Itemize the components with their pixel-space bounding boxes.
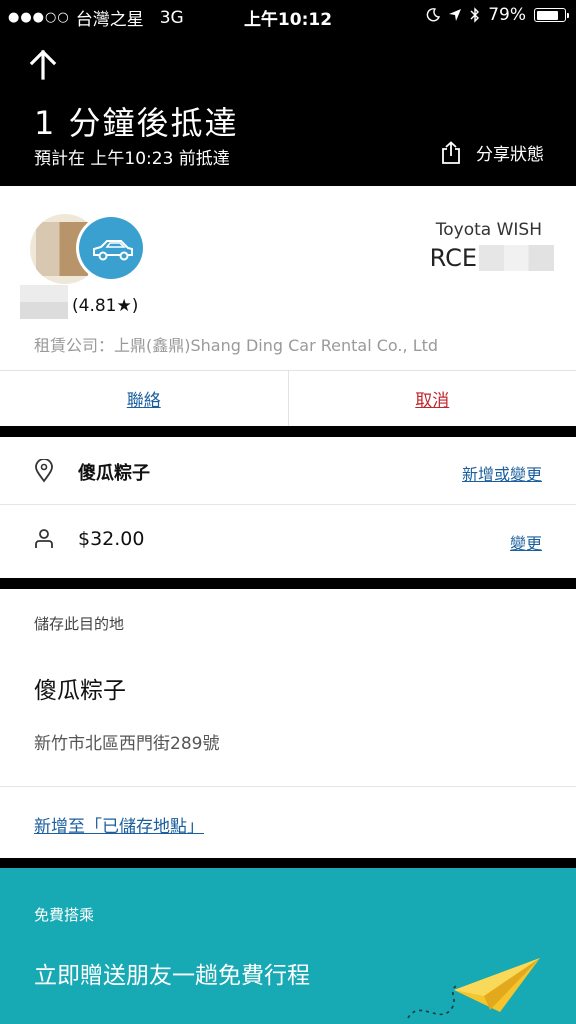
driver-card: (4.81★) 租賃公司：上鼎(鑫鼎)Shang Ding Car Rental…	[0, 186, 576, 370]
saved-place-name: 傻瓜粽子	[34, 678, 126, 704]
contact-button[interactable]: 聯絡	[0, 371, 289, 426]
cancel-button[interactable]: 取消	[289, 371, 576, 426]
car-badge	[76, 214, 146, 282]
battery-icon	[534, 8, 569, 22]
location-arrow-icon	[449, 9, 462, 21]
car-model: Toyota WISH	[435, 220, 542, 240]
bluetooth-icon	[470, 7, 480, 23]
plate-redacted	[479, 245, 554, 271]
share-label: 分享狀態	[476, 145, 544, 165]
trip-details: 傻瓜粽子 新增或變更 $32.00 變更	[0, 437, 576, 578]
person-icon	[35, 529, 53, 548]
fare-row: $32.00 變更	[0, 506, 576, 574]
share-status-button[interactable]: 分享狀態	[440, 140, 544, 165]
driver-rating: (4.81★)	[72, 296, 139, 316]
save-destination-label: 儲存此目的地	[34, 615, 125, 633]
paper-plane-icon	[407, 958, 540, 1019]
eta-subtitle: 預計在 上午10:23 前抵達	[34, 149, 230, 169]
change-payment-link[interactable]: 變更	[510, 530, 542, 554]
destination-row: 傻瓜粽子 新增或變更	[0, 437, 576, 505]
destination-name: 傻瓜粽子	[78, 463, 150, 484]
rental-company: 租賃公司：上鼎(鑫鼎)Shang Ding Car Rental Co., Lt…	[34, 336, 439, 355]
promo-title: 立即贈送朋友一趟免費行程	[34, 963, 310, 989]
save-destination-card: 儲存此目的地 傻瓜粽子 新竹市北區西門街289號 新增至「已儲存地點」	[0, 589, 576, 858]
edit-destination-link[interactable]: 新增或變更	[462, 461, 542, 485]
plate-prefix: RCE	[429, 244, 477, 272]
trip-header: 1 分鐘後抵達 預計在 上午10:23 前抵達 分享狀態	[0, 30, 576, 186]
fare-amount: $32.00	[78, 528, 145, 550]
divider	[0, 786, 576, 787]
battery-level	[536, 10, 558, 20]
free-ride-promo[interactable]: 免費搭乘 立即贈送朋友一趟免費行程	[0, 868, 576, 1024]
car-icon	[93, 240, 133, 261]
saved-place-address: 新竹市北區西門街289號	[34, 734, 220, 754]
moon-icon	[426, 8, 441, 22]
eta-title: 1 分鐘後抵達	[34, 104, 239, 142]
status-bar: ●●●○○ 台灣之星 3G 上午10:12 79%	[0, 0, 576, 30]
share-icon	[442, 140, 460, 164]
battery-percent: 79%	[488, 5, 526, 25]
status-right: 79%	[426, 5, 569, 25]
driver-name-redacted	[20, 285, 68, 319]
promo-label: 免費搭乘	[34, 906, 95, 924]
up-arrow-icon[interactable]	[28, 48, 58, 82]
license-plate: RCE	[430, 244, 554, 272]
driver-actions: 聯絡 取消	[0, 370, 576, 426]
add-to-saved-places-link[interactable]: 新增至「已儲存地點」	[34, 812, 204, 837]
location-pin-icon	[35, 459, 53, 483]
